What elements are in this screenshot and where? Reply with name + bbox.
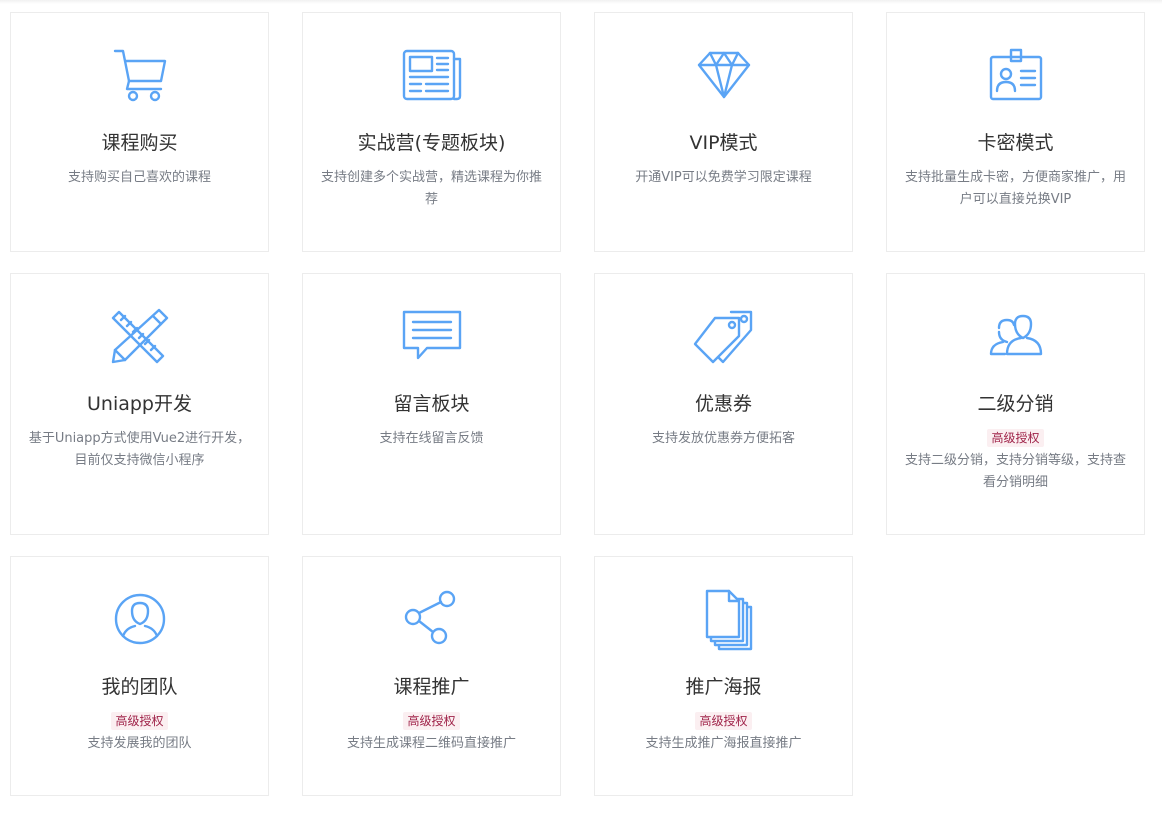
shopping-cart-icon	[11, 47, 268, 103]
feature-card-my-team[interactable]: 我的团队 高级授权 支持发展我的团队	[10, 556, 269, 796]
card-description: 支持批量生成卡密，方便商家推广，用户可以直接兑换VIP	[904, 170, 1126, 207]
badge-wrapper: 高级授权	[303, 711, 560, 730]
badge-wrapper: 高级授权	[11, 711, 268, 730]
card-title: 课程推广	[393, 676, 470, 698]
premium-license-badge: 高级授权	[111, 712, 168, 730]
newspaper-icon	[303, 47, 560, 103]
share-icon	[303, 590, 560, 647]
premium-license-badge: 高级授权	[403, 712, 460, 730]
card-title: 留言板块	[393, 393, 470, 415]
card-title: 推广海报	[685, 676, 762, 698]
feature-card-distribution[interactable]: 二级分销 高级授权 支持二级分销，支持分销等级，支持查看分销明细	[886, 273, 1145, 535]
pencil-ruler-icon	[11, 308, 268, 364]
feature-card-coupon[interactable]: 优惠券 支持发放优惠券方便拓客	[594, 273, 853, 535]
users-icon	[887, 308, 1144, 364]
top-shadow	[0, 0, 1162, 4]
card-description: 支持二级分销，支持分销等级，支持查看分销明细	[904, 453, 1126, 490]
card-title: VIP模式	[689, 132, 758, 154]
documents-icon	[595, 589, 852, 651]
feature-card-message-board[interactable]: 留言板块 支持在线留言反馈	[302, 273, 561, 535]
feature-card-card-key[interactable]: 卡密模式 支持批量生成卡密，方便商家推广，用户可以直接兑换VIP	[886, 12, 1145, 252]
badge-wrapper: 高级授权	[887, 428, 1144, 447]
card-description: 支持在线留言反馈	[379, 431, 484, 446]
feature-card-promotion-poster[interactable]: 推广海报 高级授权 支持生成推广海报直接推广	[594, 556, 853, 796]
card-description: 支持发放优惠券方便拓客	[651, 431, 795, 446]
card-description: 开通VIP可以免费学习限定课程	[635, 170, 812, 185]
id-card-icon	[887, 47, 1144, 103]
coupon-tags-icon	[595, 308, 852, 364]
feature-card-course-promotion[interactable]: 课程推广 高级授权 支持生成课程二维码直接推广	[302, 556, 561, 796]
card-description: 基于Uniapp方式使用Vue2进行开发，目前仅支持微信小程序	[28, 431, 251, 468]
card-title: Uniapp开发	[87, 393, 192, 415]
card-title: 卡密模式	[977, 132, 1054, 154]
user-circle-icon	[11, 591, 268, 647]
card-description: 支持生成课程二维码直接推广	[346, 736, 516, 751]
feature-card-bootcamp[interactable]: 实战营(专题板块) 支持创建多个实战营，精选课程为你推荐	[302, 12, 561, 252]
premium-license-badge: 高级授权	[987, 429, 1044, 447]
diamond-icon	[595, 47, 852, 103]
feature-card-uniapp[interactable]: Uniapp开发 基于Uniapp方式使用Vue2进行开发，目前仅支持微信小程序	[10, 273, 269, 535]
card-title: 二级分销	[977, 393, 1054, 415]
feature-card-vip[interactable]: VIP模式 开通VIP可以免费学习限定课程	[594, 12, 853, 252]
card-title: 优惠券	[694, 393, 752, 415]
card-title: 课程购买	[101, 132, 178, 154]
card-description: 支持生成推广海报直接推广	[645, 736, 802, 751]
feature-card-course-purchase[interactable]: 课程购买 支持购买自己喜欢的课程	[10, 12, 269, 252]
badge-wrapper: 高级授权	[595, 711, 852, 730]
premium-license-badge: 高级授权	[695, 712, 752, 730]
card-description: 支持购买自己喜欢的课程	[67, 170, 211, 185]
card-title: 我的团队	[101, 676, 178, 698]
card-description: 支持发展我的团队	[87, 736, 192, 751]
card-title: 实战营(专题板块)	[357, 132, 506, 154]
card-description: 支持创建多个实战营，精选课程为你推荐	[320, 170, 542, 207]
message-board-icon	[303, 308, 560, 364]
